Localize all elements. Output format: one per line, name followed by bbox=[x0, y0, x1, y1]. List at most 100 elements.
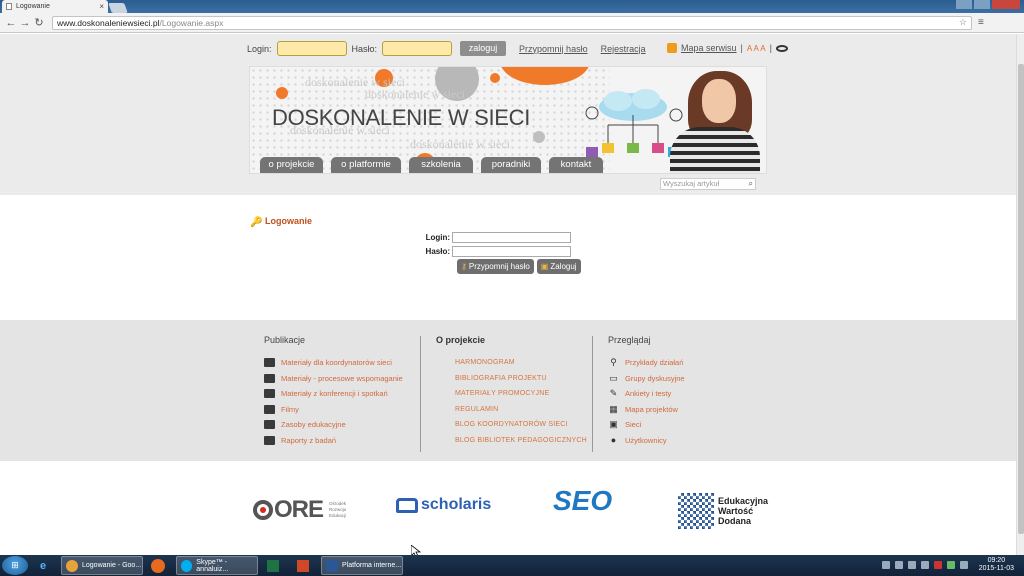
contrast-eye-icon[interactable] bbox=[775, 44, 788, 52]
font-size-switcher[interactable]: A A A bbox=[747, 44, 766, 53]
maximize-button[interactable] bbox=[974, 0, 990, 9]
ewd-grid-icon bbox=[678, 493, 714, 529]
remind-password-link[interactable]: Przypomnij hasło bbox=[519, 44, 588, 54]
password-input[interactable] bbox=[452, 246, 571, 257]
main-navigation: o projekcie o platformie szkolenia porad… bbox=[260, 157, 603, 173]
tray-icon[interactable] bbox=[881, 561, 890, 569]
site-banner: doskonalenie w sieci doskonalenie w siec… bbox=[249, 66, 767, 174]
list-item[interactable]: HARMONOGRAM bbox=[436, 355, 587, 371]
list-item[interactable]: ⚲ Przykłady działań bbox=[608, 355, 685, 371]
list-item[interactable]: BIBLIOGRAFIA PROJEKTU bbox=[436, 371, 587, 387]
minimize-button[interactable] bbox=[956, 0, 972, 9]
list-item[interactable]: ▭ Grupy dyskusyjne bbox=[608, 371, 684, 387]
taskbar-item-word[interactable]: Platforma interne... bbox=[321, 556, 403, 575]
rss-icon[interactable] bbox=[667, 43, 677, 53]
nav-szkolenia[interactable]: szkolenia bbox=[409, 157, 473, 173]
nav-kontakt[interactable]: kontakt bbox=[549, 157, 603, 173]
remind-password-button[interactable]: ⚷ Przypomnij hasło bbox=[457, 259, 534, 274]
list-item[interactable]: Materiały z konferencji i spotkań bbox=[264, 386, 403, 402]
seo-logo[interactable]: SEO bbox=[553, 485, 612, 517]
network-icon[interactable] bbox=[959, 561, 968, 569]
footer-browse: Przeglądaj ⚲ Przykłady działań ▭ Grupy dys… bbox=[608, 335, 685, 448]
scholaris-logo[interactable]: scholaris bbox=[396, 496, 491, 514]
folder-icon bbox=[264, 358, 275, 368]
top-password-label: Hasło: bbox=[351, 43, 378, 54]
key-icon: 🔑 bbox=[250, 216, 263, 228]
list-item[interactable]: ✎ Ankiety i testy bbox=[608, 386, 685, 402]
list-item[interactable]: REGULAMIN bbox=[436, 402, 587, 418]
list-item[interactable]: Filmy bbox=[264, 402, 403, 418]
reload-icon[interactable]: ↻ bbox=[32, 16, 46, 29]
list-item[interactable]: Zasoby edukacyjne bbox=[264, 417, 403, 433]
ewd-logo[interactable]: Edukacyjna Wartość Dodana bbox=[678, 493, 770, 529]
folder-icon bbox=[264, 420, 275, 430]
system-clock[interactable]: 09:20 2015-11-03 bbox=[979, 557, 1014, 573]
list-item[interactable]: Materiały dla koordynatorów sieci bbox=[264, 355, 403, 371]
bookmark-star-icon[interactable]: ☆ bbox=[959, 17, 967, 28]
site-header: Login: Hasło: zaloguj Przypomnij hasło R… bbox=[0, 34, 1016, 195]
login-label: Login: bbox=[425, 233, 450, 242]
new-tab-button[interactable] bbox=[108, 3, 128, 13]
list-item[interactable]: BLOG BIBLIOTEK PEDAGOGICZNYCH bbox=[436, 433, 587, 449]
banner-title: DOSKONALENIE W SIECI bbox=[272, 105, 531, 130]
start-button[interactable]: ⊞ bbox=[2, 556, 28, 575]
window-controls bbox=[956, 0, 1020, 9]
excel-icon[interactable] bbox=[258, 556, 288, 575]
sitemap-link[interactable]: Mapa serwisu bbox=[681, 43, 737, 53]
password-label: Hasło: bbox=[425, 247, 450, 256]
top-password-input[interactable] bbox=[382, 41, 453, 56]
address-bar[interactable]: www.doskonaleniewsieci.pl/Logowanie.aspx… bbox=[52, 15, 972, 30]
nav-poradniki[interactable]: poradniki bbox=[481, 157, 541, 173]
login-input[interactable] bbox=[452, 232, 571, 243]
footer-publications: Publikacje Materiały dla koordynatorów s… bbox=[264, 335, 403, 448]
login-icon: ▣ bbox=[540, 262, 549, 271]
tab-close-icon[interactable]: × bbox=[99, 2, 104, 11]
footer-divider bbox=[420, 336, 421, 452]
tray-icon[interactable] bbox=[933, 561, 942, 569]
ie-icon[interactable]: e bbox=[28, 556, 58, 575]
top-login-input[interactable] bbox=[276, 41, 347, 56]
top-login-button[interactable]: zaloguj bbox=[460, 41, 507, 56]
pencil-icon: ✎ bbox=[609, 388, 618, 399]
forward-icon[interactable]: → bbox=[18, 17, 32, 29]
tray-icon[interactable] bbox=[907, 561, 916, 569]
ghost-text: doskonalenie w sieci bbox=[410, 137, 510, 151]
tray-icon[interactable] bbox=[946, 561, 955, 569]
powerpoint-icon[interactable] bbox=[288, 556, 318, 575]
list-item[interactable]: BLOG KOORDYNATORÓW SIECI bbox=[436, 417, 587, 433]
nav-o-projekcie[interactable]: o projekcie bbox=[260, 157, 323, 173]
orange-circle bbox=[490, 73, 500, 83]
browser-tab[interactable]: Logowanie × bbox=[2, 0, 108, 13]
firefox-icon[interactable] bbox=[143, 556, 173, 575]
volume-icon[interactable] bbox=[920, 561, 929, 569]
list-item[interactable]: ▦ Mapa projektów bbox=[608, 402, 685, 418]
web-page: Login: Hasło: zaloguj Przypomnij hasło R… bbox=[0, 34, 1016, 558]
list-item[interactable]: Materiały - procesowe wspomaganie bbox=[264, 371, 403, 387]
close-window-button[interactable] bbox=[992, 0, 1020, 9]
folder-icon bbox=[264, 373, 275, 383]
woman-photo bbox=[660, 71, 760, 173]
scrollbar-thumb[interactable] bbox=[1018, 64, 1024, 534]
search-icon[interactable]: ⌕ bbox=[749, 179, 753, 189]
page-scrollbar[interactable] bbox=[1016, 34, 1024, 555]
browser-titlebar: Logowanie × bbox=[0, 0, 1024, 13]
tray-icon[interactable] bbox=[894, 561, 903, 569]
login-submit-button[interactable]: ▣ Zaloguj bbox=[536, 259, 581, 274]
folder-icon bbox=[264, 389, 275, 399]
browser-menu-icon[interactable]: ≡ bbox=[978, 17, 984, 28]
back-icon[interactable]: ← bbox=[4, 17, 18, 29]
search-input[interactable]: Wyszukaj artykuł ⌕ bbox=[660, 178, 756, 190]
map-pin-icon: ⚲ bbox=[610, 357, 617, 368]
list-item[interactable]: MATERIAŁY PROMOCYJNE bbox=[436, 386, 587, 402]
url-path: /Logowanie.aspx bbox=[159, 17, 224, 28]
nav-o-platformie[interactable]: o platformie bbox=[331, 157, 401, 173]
taskbar-item-skype[interactable]: Skype™ - annaluiz... bbox=[176, 556, 258, 575]
list-item[interactable]: ▣ Sieci bbox=[608, 417, 685, 433]
register-link[interactable]: Rejestracja bbox=[601, 44, 646, 54]
top-login-bar: Login: Hasło: zaloguj Przypomnij hasło R… bbox=[247, 41, 646, 56]
ore-logo[interactable]: ORE Ośrodek Rozwoju Edukacji bbox=[253, 496, 355, 524]
list-item[interactable]: Raporty z badań bbox=[264, 433, 403, 449]
search-placeholder: Wyszukaj artykuł bbox=[663, 179, 720, 188]
taskbar-item-chrome[interactable]: Logowanie - Goo... bbox=[61, 556, 143, 575]
list-item[interactable]: ● Użytkownicy bbox=[608, 433, 685, 449]
